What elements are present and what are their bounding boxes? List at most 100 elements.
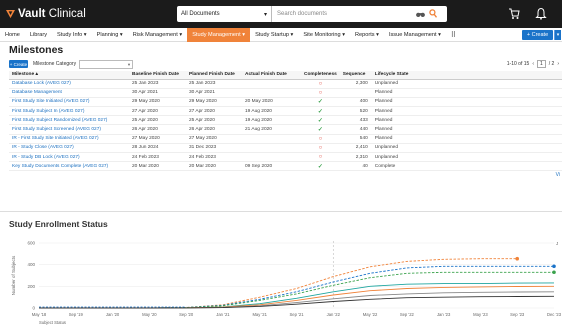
- pagination-count: 1-10 of 15: [506, 61, 530, 67]
- bell-icon[interactable]: [535, 7, 547, 20]
- nav-study-startup[interactable]: Study Startup ▾: [250, 28, 298, 42]
- baseline-finish-date: 26 Apr 2020: [129, 124, 186, 135]
- table-row[interactable]: IR - Study Close (AVEG 027) 28 Jun 2024 31…: [9, 143, 562, 154]
- create-milestone-button[interactable]: + Create: [9, 60, 28, 68]
- milestone-link[interactable]: Database Lock (AVEG 027): [9, 79, 129, 89]
- incomplete-circle-icon: ○: [318, 80, 323, 87]
- sequence: 540: [339, 134, 372, 144]
- cart-icon[interactable]: [508, 7, 520, 20]
- actual-finish-date: 20 May 2020: [242, 97, 301, 108]
- nav-reports[interactable]: Reports ▾: [350, 28, 384, 42]
- baseline-finish-date: 25 Apr 2020: [129, 115, 186, 126]
- search-scope-select[interactable]: All Documents ▾: [177, 6, 272, 22]
- binoculars-icon[interactable]: [416, 10, 425, 18]
- completeness-cell: ✓: [301, 124, 340, 135]
- column-header-actual[interactable]: Actual Finish Date: [242, 71, 301, 80]
- table-row[interactable]: First Study Subject In (AVEG 027) 27 Apr …: [9, 106, 562, 117]
- lifecycle-state: Planned: [371, 106, 562, 117]
- enrollment-section: Study Enrollment Status 600 400 200 0 Number…: [9, 219, 562, 326]
- next-page-icon[interactable]: ›: [557, 61, 559, 67]
- planned-finish-date: 26 Apr 2020: [186, 124, 242, 135]
- milestone-link[interactable]: First Study Subject Screened (AVEG 027): [9, 124, 129, 135]
- table-row[interactable]: Database Lock (AVEG 027) 25 Jan 2023 25 Ja…: [9, 79, 562, 89]
- x-tick-label: Jan '22: [327, 312, 341, 317]
- enrollment-chart: 600 400 200 0 Number of Subjects May '18 Sep '…: [11, 241, 562, 326]
- column-header-milestone[interactable]: Milestone ▴: [9, 71, 129, 80]
- actual-finish-date: [242, 88, 301, 98]
- x-tick-label: Sep '21: [289, 312, 304, 317]
- lifecycle-state: Planned: [371, 97, 562, 108]
- sequence: 520: [339, 106, 372, 117]
- view-all-link[interactable]: Vi: [556, 172, 560, 178]
- nav-home[interactable]: Home: [0, 28, 25, 42]
- column-header-lifecycle-state[interactable]: Lifecycle State: [371, 71, 562, 80]
- actual-finish-date: [242, 134, 301, 144]
- table-row[interactable]: Key Study Documents Complete (AVEG 027) 2…: [9, 161, 562, 172]
- search-icon[interactable]: [429, 9, 437, 18]
- incomplete-circle-icon: ○: [318, 154, 323, 161]
- milestone-link[interactable]: IR - First Study Site Initiated (AVEG 02…: [9, 134, 129, 144]
- milestone-link[interactable]: IR - Study DB Lock (AVEG 027): [9, 152, 129, 163]
- sequence: 2,310: [339, 152, 372, 163]
- planned-finish-date: 30 Apr 2021: [186, 88, 242, 98]
- completeness-cell: ○: [301, 88, 340, 98]
- table-row[interactable]: First Study Subject Screened (AVEG 027) 2…: [9, 124, 562, 135]
- sequence: 440: [339, 124, 372, 135]
- baseline-finish-date: 20 Mar 2020: [129, 161, 186, 172]
- pagination: 1-10 of 15 ‹ 1 / 2 ›: [507, 60, 559, 68]
- column-header-sequence[interactable]: Sequence: [339, 71, 372, 80]
- baseline-finish-date: 29 May 2020: [129, 97, 186, 108]
- milestone-link[interactable]: First Study Subject Randomized (AVEG 027…: [9, 115, 129, 126]
- series-end-marker[interactable]: [552, 264, 556, 269]
- table-row[interactable]: Database Management 30 Apr 2021 30 Apr 202…: [9, 88, 562, 98]
- create-button[interactable]: + Create ▾: [522, 30, 561, 40]
- table-row[interactable]: IR - First Study Site Initiated (AVEG 02…: [9, 134, 562, 144]
- nav-site-monitoring[interactable]: Site Monitoring ▾: [298, 28, 350, 42]
- series-end-marker[interactable]: [515, 256, 520, 261]
- sequence: 433: [339, 115, 372, 126]
- sequence: 2,410: [339, 143, 372, 154]
- chevron-down-icon: ▾: [127, 61, 131, 67]
- lifecycle-state: Planned: [371, 134, 562, 144]
- milestones-toolbar: + Create Milestone Category ▾ 1-10 of 15…: [9, 58, 562, 70]
- table-row[interactable]: First Study Subject Randomized (AVEG 027…: [9, 115, 562, 126]
- planned-finish-date: 20 Mar 2020: [186, 161, 242, 172]
- nav-planning[interactable]: Planning ▾: [92, 28, 128, 42]
- completeness-cell: ✓: [301, 161, 340, 172]
- nav-study-info[interactable]: Study Info ▾: [52, 28, 92, 42]
- milestone-link[interactable]: First Study Subject In (AVEG 027): [9, 106, 129, 117]
- chevron-down-icon[interactable]: ▾: [554, 30, 561, 40]
- x-tick-label: May '22: [363, 312, 378, 317]
- nav-study-management[interactable]: Study Management ▾: [187, 27, 251, 42]
- milestone-category-select[interactable]: ▾: [79, 59, 134, 69]
- main-nav: Home Library Study Info ▾ Planning ▾ Ris…: [0, 27, 562, 42]
- column-header-planned[interactable]: Planned Finish Date: [186, 71, 242, 80]
- milestone-link[interactable]: First Study Site Initiated (AVEG 027): [9, 97, 129, 108]
- planned-finish-date: 29 May 2020: [186, 97, 242, 108]
- actual-finish-date: 21 Aug 2020: [242, 124, 301, 135]
- nav-risk-management[interactable]: Risk Management ▾: [128, 28, 187, 42]
- completeness-cell: ○: [301, 143, 340, 154]
- x-tick-label: Sep '20: [179, 312, 194, 317]
- page-number-input[interactable]: 1: [536, 60, 546, 68]
- app-logo[interactable]: Vault Clinical: [6, 8, 86, 20]
- chevron-down-icon: ▾: [263, 11, 267, 18]
- table-header-row: Milestone ▴ Baseline Finish Date Planned…: [9, 71, 562, 80]
- series-end-marker[interactable]: [552, 270, 556, 275]
- milestone-link[interactable]: IR - Study Close (AVEG 027): [9, 143, 129, 154]
- nav-issue-management[interactable]: Issue Management ▾: [384, 28, 446, 42]
- planned-finish-date: 27 Apr 2020: [186, 106, 242, 117]
- column-header-baseline[interactable]: Baseline Finish Date: [129, 71, 186, 80]
- column-header-completeness[interactable]: Completeness: [301, 71, 340, 80]
- y-axis-label: Number of Subjects: [11, 255, 16, 295]
- lifecycle-state: Complete: [371, 161, 562, 172]
- nav-more-icon[interactable]: ⠿: [446, 28, 461, 42]
- prev-page-icon[interactable]: ‹: [532, 61, 534, 67]
- milestone-link[interactable]: Key Study Documents Complete (AVEG 027): [9, 161, 129, 172]
- table-row[interactable]: IR - Study DB Lock (AVEG 027) 24 Feb 2023…: [9, 152, 562, 163]
- milestone-category-label: Milestone Category: [33, 61, 77, 67]
- milestone-link[interactable]: Database Management: [9, 88, 129, 98]
- table-row[interactable]: First Study Site Initiated (AVEG 027) 29 …: [9, 97, 562, 108]
- check-icon: ✓: [317, 117, 323, 124]
- nav-library[interactable]: Library: [25, 28, 52, 42]
